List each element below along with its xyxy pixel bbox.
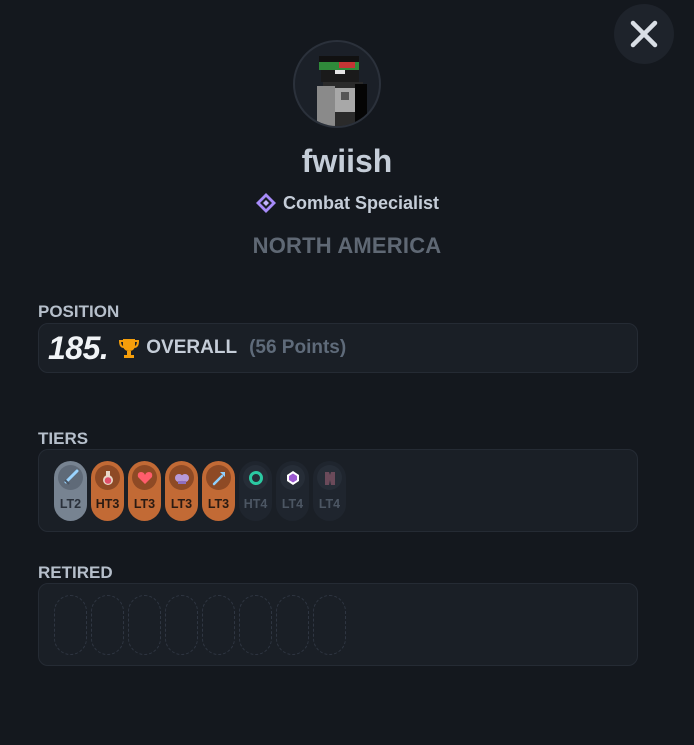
tier-badge[interactable]: LT4 [313,461,346,521]
position-category: OVERALL [146,337,238,358]
retired-slot [239,595,272,655]
retired-slot [165,595,198,655]
tier-badge[interactable]: LT3 [202,461,235,521]
retired-slot [128,595,161,655]
trophy-icon [118,337,140,359]
tier-badge[interactable]: LT3 [165,461,198,521]
retired-label: RETIRED [38,563,113,582]
gem-icon [280,465,305,490]
tier-label: LT3 [207,497,230,511]
tiers-panel: LT2 HT3 LT3 LT3 LT3 HT4 LT4 LT4 [38,449,638,532]
retired-slot [313,595,346,655]
retired-slot [276,595,309,655]
avatar [293,40,381,128]
player-title: Combat Specialist [0,192,694,214]
tier-label: LT3 [170,497,193,511]
tiers-label: TIERS [38,429,89,448]
tier-badge[interactable]: LT4 [276,461,309,521]
retired-slot [54,595,87,655]
axe-icon [206,465,231,490]
tier-label: HT3 [95,497,120,511]
sword-icon [58,465,83,490]
username: fwiish [301,143,393,179]
tier-label: LT2 [59,497,82,511]
tier-label: LT4 [281,497,304,511]
combat-specialist-icon [255,193,276,213]
region: NORTH AMERICA [252,233,442,258]
position-panel: 185. OVERALL (56 Points) [38,323,638,373]
close-button[interactable] [614,4,674,64]
retired-panel [38,583,638,666]
tier-badge[interactable]: LT2 [54,461,87,521]
player-title-text: Combat Specialist [282,192,440,213]
close-icon [630,20,658,48]
ring-icon [243,465,268,490]
heart-icon [132,465,157,490]
tier-badge[interactable]: HT3 [91,461,124,521]
potion-icon [95,465,120,490]
skull-icon [169,465,194,490]
position-label: POSITION [38,302,120,321]
tier-label: LT4 [318,497,341,511]
retired-slot [91,595,124,655]
tier-badge[interactable]: HT4 [239,461,272,521]
tier-badge[interactable]: LT3 [128,461,161,521]
tier-label: HT4 [243,497,268,511]
retired-slot [202,595,235,655]
chestplate-icon [317,465,342,490]
position-points: (56 Points) [249,337,347,358]
position-rank: 185. [48,329,109,366]
tier-label: LT3 [133,497,156,511]
